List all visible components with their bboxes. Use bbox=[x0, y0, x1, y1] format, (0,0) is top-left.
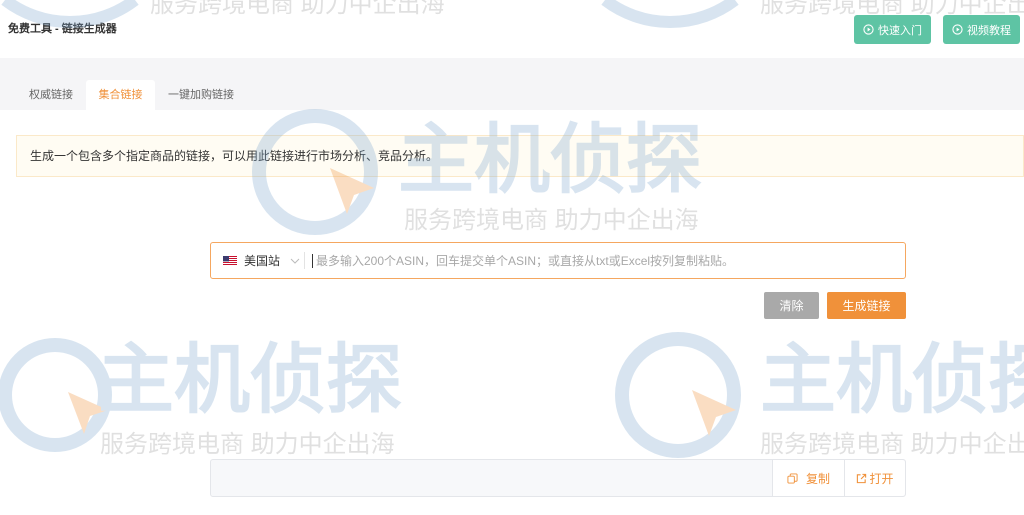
info-notice: 生成一个包含多个指定商品的链接，可以用此链接进行市场分析、竞品分析。 bbox=[16, 135, 1024, 177]
tab-authority-links[interactable]: 权威链接 bbox=[16, 80, 86, 110]
watermark-logo-bottom-right bbox=[615, 332, 741, 458]
copy-label: 复制 bbox=[805, 471, 830, 486]
open-button[interactable]: 打开 bbox=[844, 460, 905, 496]
play-circle-icon bbox=[952, 24, 963, 35]
watermark-logo-top bbox=[601, 0, 739, 28]
us-flag-icon bbox=[223, 255, 237, 266]
video-tutorial-label: 视频教程 bbox=[967, 24, 1011, 37]
tab-collection-links[interactable]: 集合链接 bbox=[86, 80, 155, 110]
quick-start-button[interactable]: 快速入门 bbox=[854, 15, 931, 44]
watermark-slogan: 服务跨境电商 助力中企出海 bbox=[100, 431, 395, 458]
external-link-icon bbox=[856, 473, 867, 484]
page-title: 免费工具 - 链接生成器 bbox=[8, 23, 117, 35]
marketplace-label: 美国站 bbox=[244, 254, 281, 268]
result-box: 复制 打开 bbox=[210, 459, 906, 497]
watermark-brand: 主机侦探 bbox=[760, 338, 1024, 423]
asin-input[interactable] bbox=[312, 243, 902, 278]
video-tutorial-button[interactable]: 视频教程 bbox=[943, 15, 1020, 44]
watermark-logo-bottom-left bbox=[0, 338, 112, 452]
copy-icon bbox=[787, 472, 798, 484]
generate-link-button[interactable]: 生成链接 bbox=[827, 292, 906, 319]
tab-add-to-cart-links[interactable]: 一键加购链接 bbox=[155, 80, 247, 110]
watermark-slogan: 服务跨境电商 助力中企出海 bbox=[404, 207, 699, 234]
watermark-brand: 主机侦探 bbox=[98, 338, 402, 423]
quick-start-label: 快速入门 bbox=[878, 24, 922, 37]
clear-button[interactable]: 清除 bbox=[764, 292, 819, 319]
text-caret bbox=[312, 254, 313, 268]
open-label: 打开 bbox=[869, 471, 894, 486]
play-circle-icon bbox=[863, 24, 874, 35]
result-link-field[interactable] bbox=[211, 460, 772, 496]
watermark-slogan: 服务跨境电商 助力中企出海 bbox=[150, 0, 445, 18]
copy-button[interactable]: 复制 bbox=[772, 460, 844, 496]
watermark-logo-top-left bbox=[1, 0, 139, 28]
asin-input-box: 美国站 bbox=[210, 242, 906, 279]
watermark-slogan: 服务跨境电商 助力中企出海 bbox=[760, 431, 1024, 458]
marketplace-select[interactable]: 美国站 bbox=[223, 243, 307, 278]
chevron-down-icon bbox=[290, 258, 300, 264]
divider bbox=[304, 252, 305, 269]
